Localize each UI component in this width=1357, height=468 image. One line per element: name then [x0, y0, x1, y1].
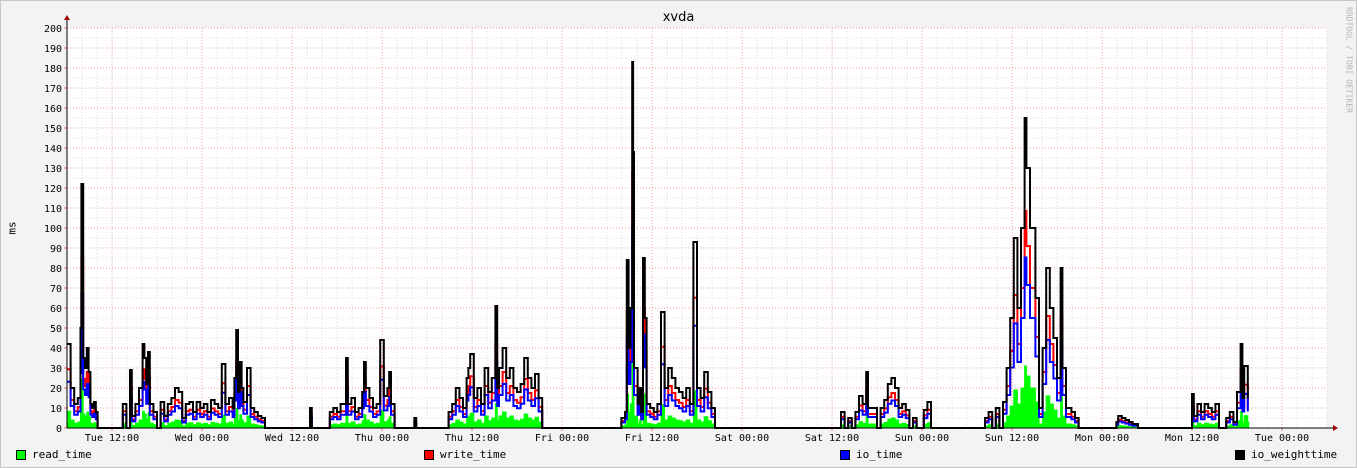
y-tick-label: 0	[56, 424, 62, 435]
y-tick-label: 20	[50, 384, 62, 395]
y-tick-label: 190	[44, 44, 62, 55]
y-tick-label: 30	[50, 364, 62, 375]
legend-label-write-time: write_time	[440, 448, 507, 461]
x-tick-label: Wed 00:00	[175, 433, 229, 444]
x-tick-label: Mon 12:00	[1165, 433, 1219, 444]
chart-title: xvda	[662, 10, 695, 25]
y-tick-label: 80	[50, 264, 62, 275]
x-tick-label: Sat 00:00	[715, 433, 769, 444]
y-tick-label: 90	[50, 244, 62, 255]
y-tick-label: 110	[44, 204, 62, 215]
x-tick-label: Thu 12:00	[445, 433, 499, 444]
y-tick-label: 200	[44, 24, 62, 35]
legend-label-io-weighttime: io_weighttime	[1251, 448, 1338, 461]
y-tick-label: 60	[50, 304, 62, 315]
x-tick-label: Tue 12:00	[85, 433, 139, 444]
y-axis-label: ms	[5, 221, 19, 235]
io-weighttime-swatch	[1235, 449, 1245, 460]
y-tick-label: 40	[50, 344, 62, 355]
y-tick-label: 70	[50, 284, 62, 295]
x-tick-label: Mon 00:00	[1075, 433, 1129, 444]
x-tick-label: Thu 00:00	[355, 433, 409, 444]
x-tick-label: Wed 12:00	[265, 433, 319, 444]
x-axis-arrow	[1333, 425, 1338, 431]
x-tick-label: Sun 12:00	[985, 433, 1039, 444]
rrd-chart: 0 10 20 30 40 50 60 70 80 90 100 110 120 130 140 150 160…	[44, 15, 1338, 444]
legend-item-io-weighttime: io_weighttime	[1235, 448, 1337, 461]
y-tick-label: 160	[44, 104, 62, 115]
y-tick-label: 140	[44, 144, 62, 155]
legend: read_time write_time io_time io_weightti…	[0, 448, 1357, 462]
rrdtool-watermark: RRDTOOL / TOBI OETIKER	[1344, 7, 1354, 113]
y-tick-label: 10	[50, 404, 62, 415]
y-tick-label: 150	[44, 124, 62, 135]
legend-item-write-time: write_time	[424, 448, 506, 461]
x-tick-label: Tue 00:00	[1255, 433, 1309, 444]
y-tick-label: 170	[44, 84, 62, 95]
io-time-swatch	[840, 449, 850, 460]
y-tick-label: 50	[50, 324, 62, 335]
read-time-swatch	[16, 449, 26, 460]
x-tick-label: Sun 00:00	[895, 433, 949, 444]
legend-item-io-time: io_time	[840, 448, 902, 461]
y-tick-label: 100	[44, 224, 62, 235]
y-tick-label: 130	[44, 164, 62, 175]
x-tick-label: Sat 12:00	[805, 433, 859, 444]
x-tick-label: Fri 00:00	[535, 433, 589, 444]
legend-label-read-time: read_time	[32, 448, 92, 461]
x-tick-label: Fri 12:00	[625, 433, 679, 444]
legend-item-read-time: read_time	[16, 448, 92, 461]
write-time-swatch	[424, 449, 434, 460]
y-tick-label: 120	[44, 184, 62, 195]
legend-label-io-time: io_time	[856, 448, 903, 461]
y-tick-label: 180	[44, 64, 62, 75]
